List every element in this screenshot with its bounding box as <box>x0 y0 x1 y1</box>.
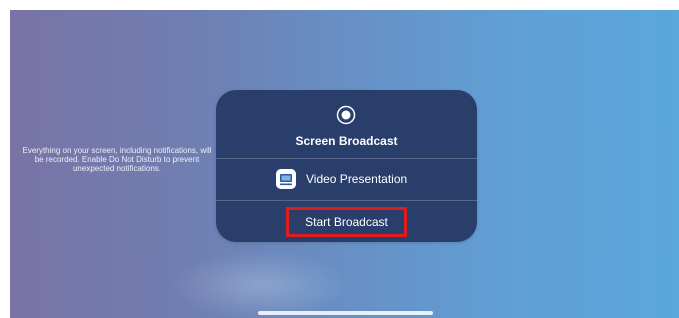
panel-header: Screen Broadcast <box>216 90 477 158</box>
background-glow <box>170 250 350 318</box>
video-presentation-label: Video Presentation <box>306 172 408 186</box>
divider <box>216 200 477 201</box>
start-broadcast-button[interactable]: Start Broadcast <box>286 207 407 237</box>
panel-title: Screen Broadcast <box>295 134 398 148</box>
record-icon <box>336 105 356 125</box>
recording-info-text: Everything on your screen, including not… <box>22 146 212 173</box>
home-indicator[interactable] <box>258 311 433 315</box>
video-presentation-option[interactable]: Video Presentation <box>216 159 477 200</box>
video-presentation-app-icon <box>276 169 296 189</box>
screen-broadcast-screen: Everything on your screen, including not… <box>0 0 679 318</box>
